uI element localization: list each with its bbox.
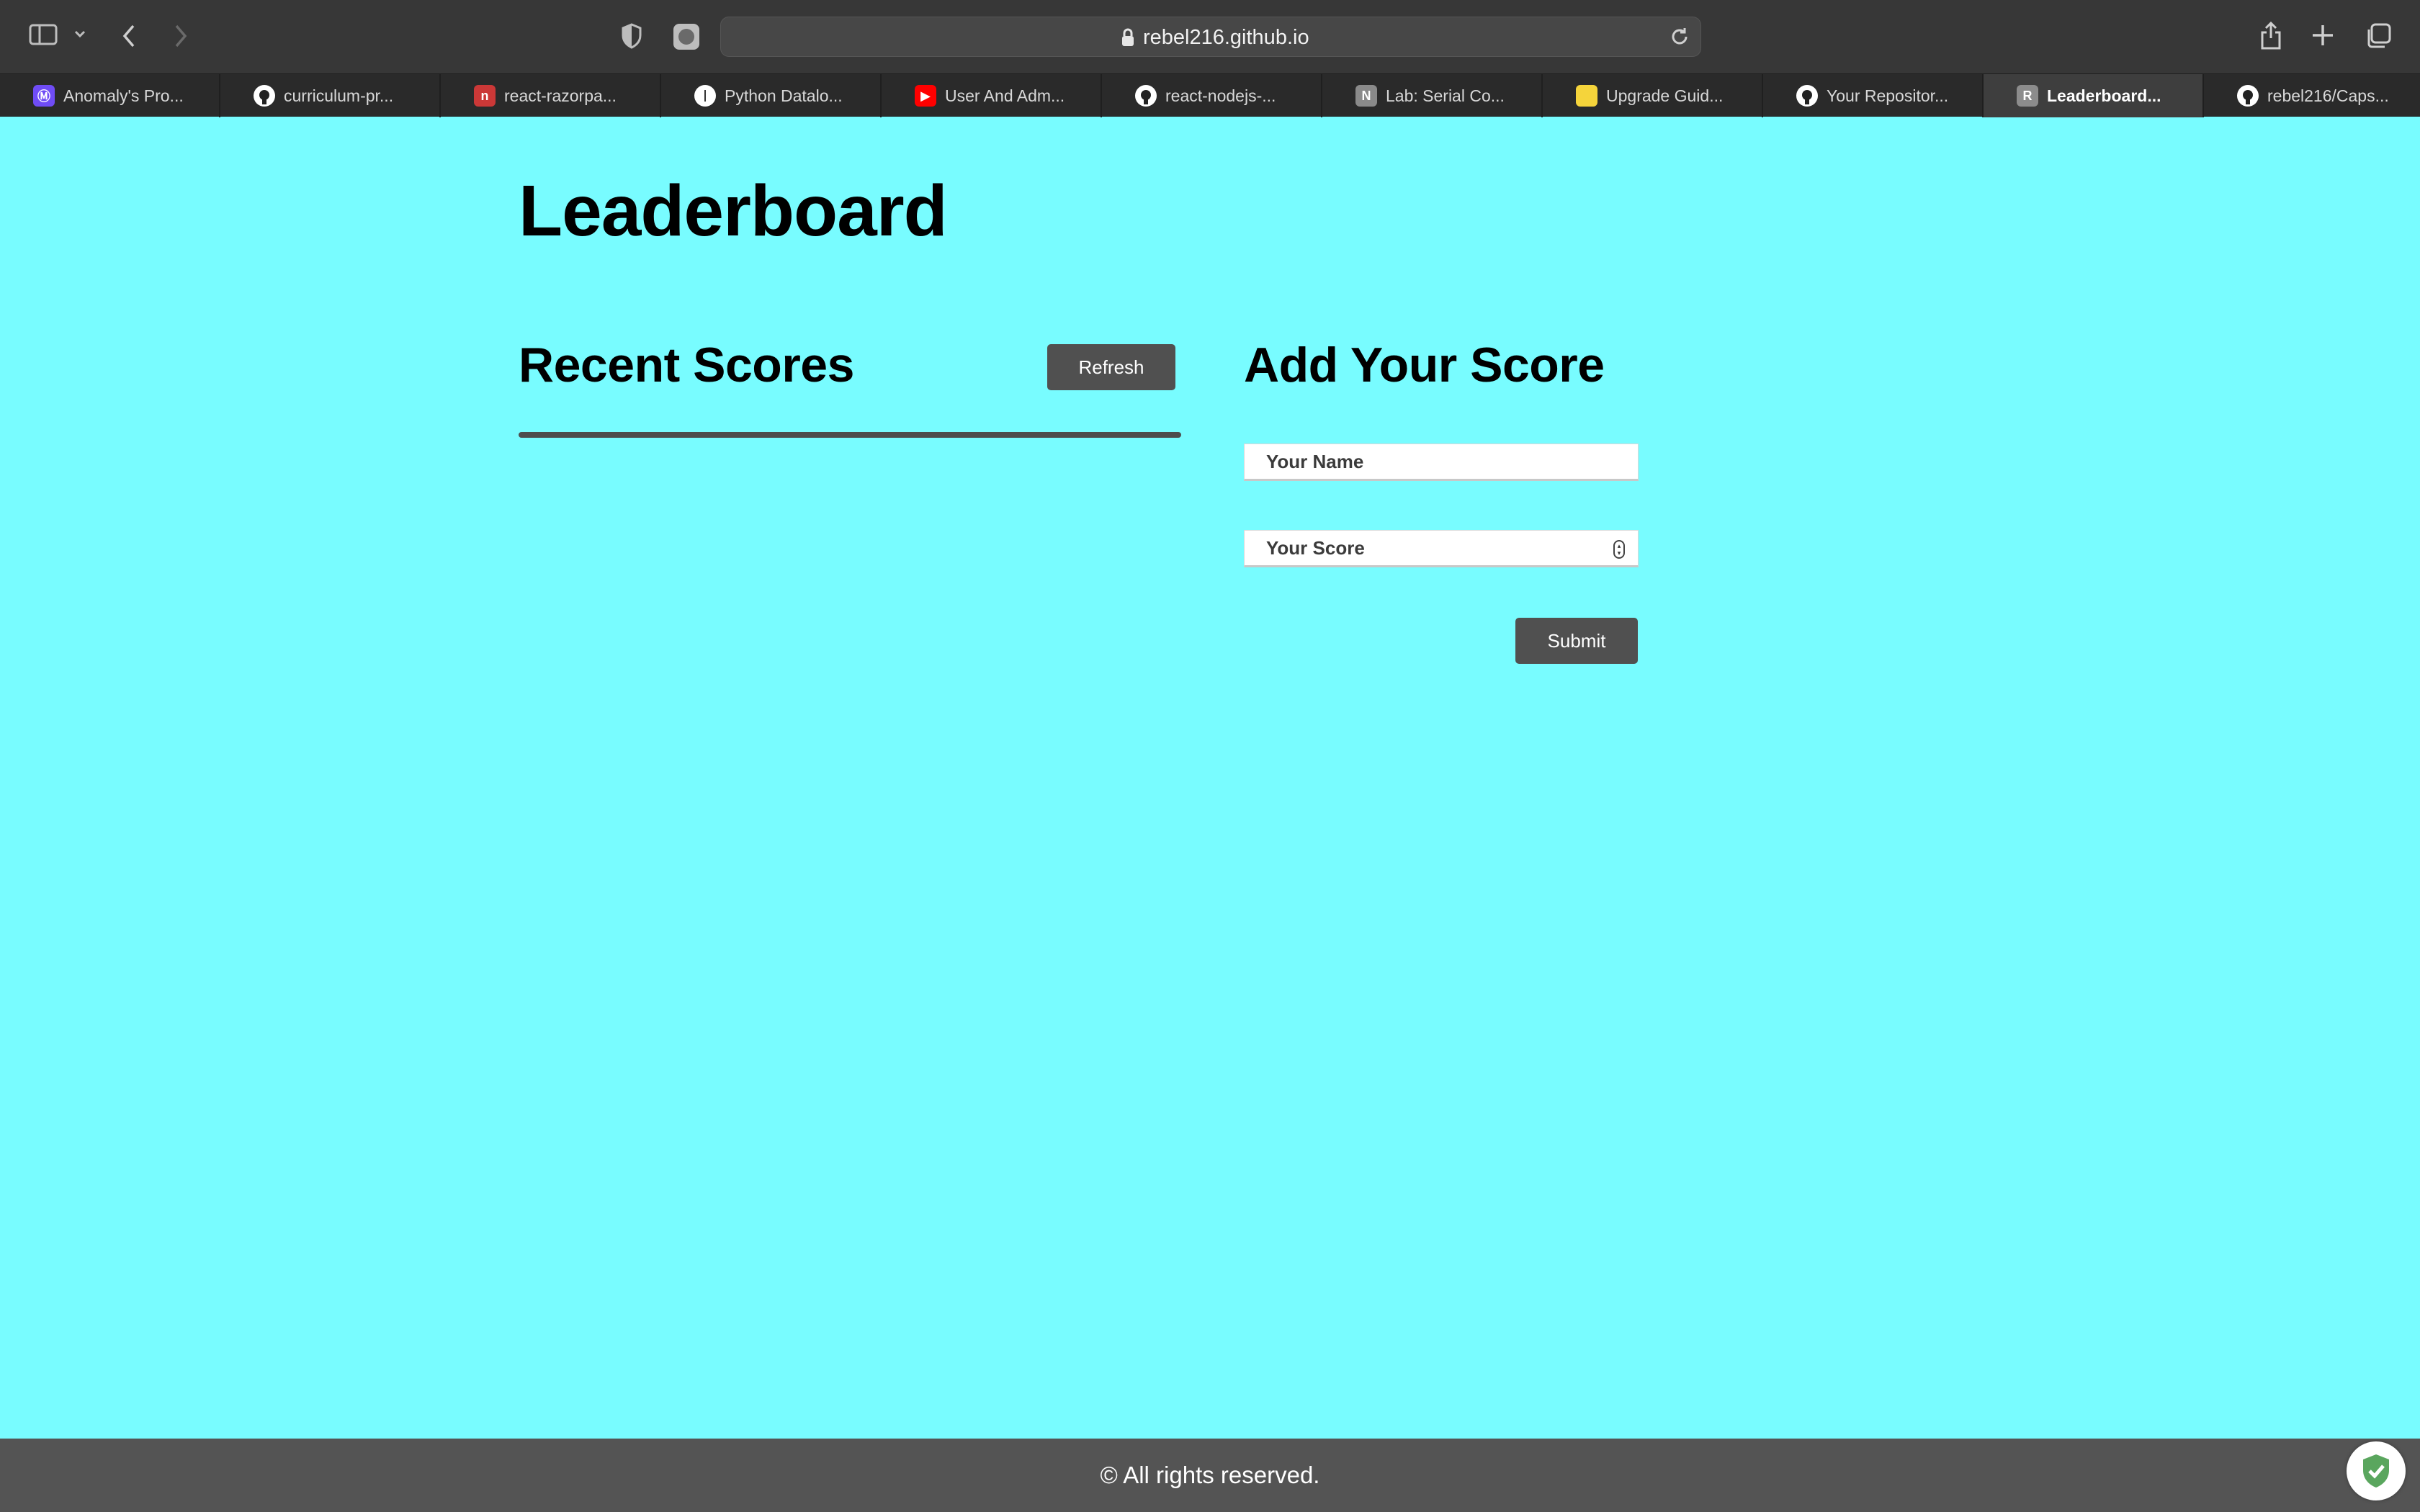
tab-label: curriculum-pr...: [284, 86, 394, 105]
page-title: Leaderboard: [519, 171, 948, 251]
tab-label: rebel216/Caps...: [2267, 86, 2389, 105]
score-input[interactable]: [1245, 531, 1638, 565]
reload-icon[interactable]: [1669, 26, 1690, 51]
url-text[interactable]: rebel216.github.io: [1143, 17, 1309, 58]
refresh-button[interactable]: Refresh: [1047, 344, 1175, 390]
forward-icon[interactable]: [173, 23, 189, 49]
github-favicon: [2237, 85, 2259, 107]
tab-label: Leaderboard...: [2047, 86, 2161, 105]
footer: © All rights reserved.: [0, 1439, 2420, 1512]
lock-icon: [1121, 27, 1135, 51]
youtube-favicon: ▶: [915, 85, 936, 107]
share-icon[interactable]: [2259, 20, 2283, 50]
tab-1[interactable]: curriculum-pr...: [220, 74, 441, 117]
recent-scores-heading: Recent Scores: [519, 338, 854, 392]
add-score-heading: Add Your Score: [1244, 338, 1605, 392]
tab-label: Upgrade Guid...: [1606, 86, 1724, 105]
scores-list: [519, 432, 1181, 438]
name-field[interactable]: [1244, 444, 1639, 481]
github-favicon: [1796, 85, 1818, 107]
tab-2[interactable]: n react-razorpa...: [441, 74, 661, 117]
chevron-down-icon[interactable]: [73, 29, 86, 39]
notion-favicon: N: [1355, 85, 1377, 107]
github-favicon: [1135, 85, 1157, 107]
tab-7[interactable]: Upgrade Guid...: [1543, 74, 1763, 117]
github-favicon: [254, 85, 275, 107]
tab-0[interactable]: Ⓜ Anomaly's Pro...: [0, 74, 220, 117]
tab-6[interactable]: N Lab: Serial Co...: [1322, 74, 1543, 117]
note-favicon: [1576, 85, 1597, 107]
tab-9[interactable]: R Leaderboard...: [1984, 74, 2204, 117]
tab-label: react-razorpa...: [504, 86, 617, 105]
tab-strip: Ⓜ Anomaly's Pro... curriculum-pr... n react-…: [0, 73, 2420, 117]
footer-copyright: © All rights reserved.: [1100, 1462, 1320, 1488]
name-input[interactable]: [1245, 444, 1638, 479]
tab-label: react-nodejs-...: [1165, 86, 1276, 105]
new-tab-icon[interactable]: [2311, 23, 2335, 48]
score-field[interactable]: ▴▾: [1244, 530, 1639, 567]
tab-label: Anomaly's Pro...: [63, 86, 184, 105]
tab-3[interactable]: Python Datalo...: [661, 74, 882, 117]
tab-label: Lab: Serial Co...: [1386, 86, 1505, 105]
tab-label: User And Adm...: [945, 86, 1065, 105]
shield-check-icon[interactable]: [2347, 1441, 2406, 1500]
browser-toolbar: rebel216.github.io: [0, 0, 2420, 73]
back-icon[interactable]: [121, 23, 137, 49]
submit-button[interactable]: Submit: [1515, 618, 1638, 664]
tab-8[interactable]: Your Repositor...: [1763, 74, 1984, 117]
sidebar-toggle-icon[interactable]: [29, 23, 58, 46]
tab-label: Your Repositor...: [1827, 86, 1949, 105]
number-stepper-icon[interactable]: ▴ ▾: [1613, 540, 1625, 559]
tab-4[interactable]: ▶ User And Adm...: [882, 74, 1102, 117]
address-bar[interactable]: rebel216.github.io: [720, 17, 1701, 57]
npm-favicon: n: [474, 85, 496, 107]
tab-overview-icon[interactable]: [2365, 23, 2391, 49]
python-favicon: [694, 85, 716, 107]
tab-label: Python Datalo...: [725, 86, 843, 105]
letter-r-favicon: R: [2017, 85, 2038, 107]
privacy-shield-icon[interactable]: [621, 23, 642, 49]
extension-icon[interactable]: [673, 23, 700, 50]
anomaly-favicon: Ⓜ: [33, 85, 55, 107]
tab-10[interactable]: rebel216/Caps...: [2204, 74, 2420, 117]
tab-5[interactable]: react-nodejs-...: [1102, 74, 1322, 117]
